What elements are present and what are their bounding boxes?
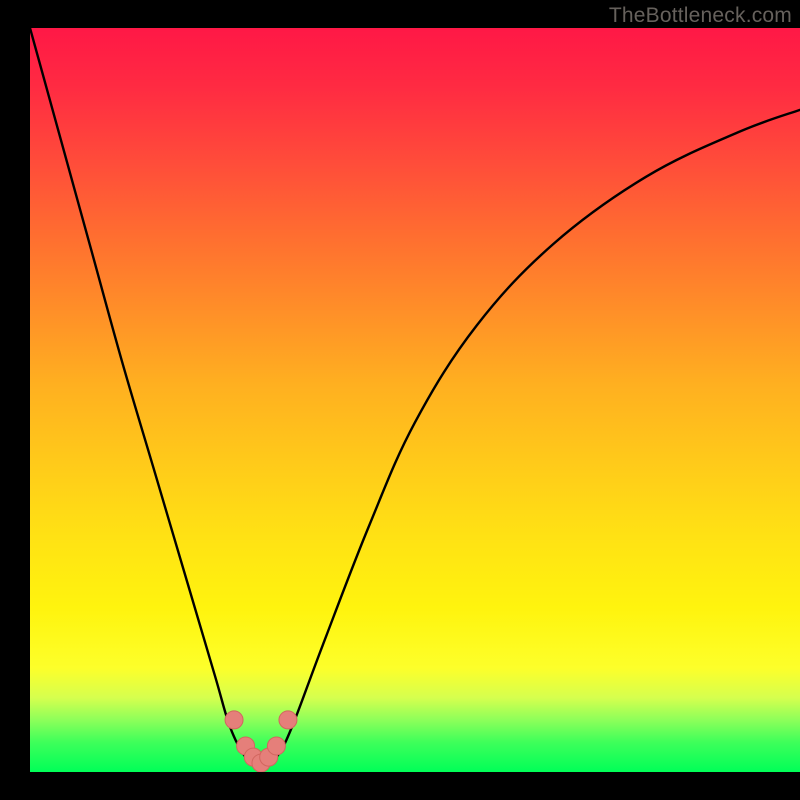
min-region-markers <box>225 711 297 772</box>
min-marker <box>225 711 243 729</box>
watermark-text: TheBottleneck.com <box>609 4 792 28</box>
chart-frame: TheBottleneck.com <box>0 0 800 800</box>
markers-svg <box>30 28 800 772</box>
min-marker <box>279 711 297 729</box>
min-marker <box>267 737 285 755</box>
plot-area <box>30 28 800 772</box>
